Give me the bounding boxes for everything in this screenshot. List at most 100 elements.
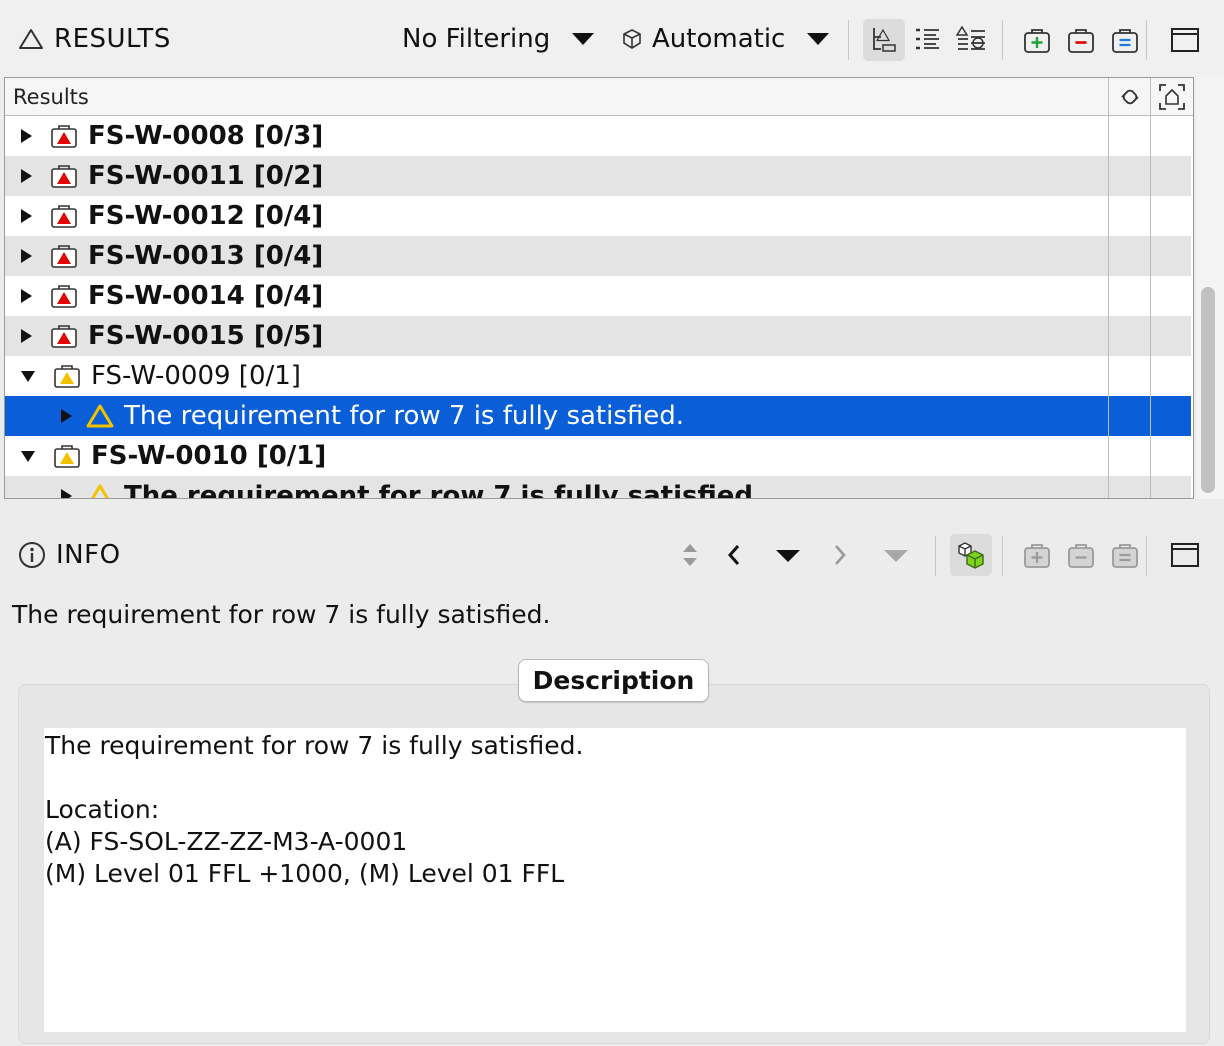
description-tab[interactable]: Description xyxy=(518,659,709,702)
show-in-model-button[interactable] xyxy=(950,534,992,576)
maximize-info-button[interactable] xyxy=(1164,534,1206,576)
error-node-icon xyxy=(51,205,77,228)
column-divider xyxy=(1150,116,1151,498)
chevron-down-icon xyxy=(807,33,830,45)
list-view-button[interactable] xyxy=(906,19,948,61)
error-node-icon xyxy=(51,285,77,308)
add-result-button[interactable] xyxy=(1016,19,1058,61)
tree-view-button[interactable] xyxy=(863,19,905,61)
warning-triangle-icon xyxy=(86,404,114,428)
maximize-window-icon xyxy=(1171,28,1199,52)
sort-arrows-icon xyxy=(683,544,697,566)
results-rows: FS-W-0008 [0/3] FS-W-0011 [0/2] FS-W-0012 … xyxy=(5,116,1191,499)
green-cube-icon xyxy=(958,542,984,569)
tree-group-row[interactable]: FS-W-0015 [0/5] xyxy=(5,316,1191,356)
tree-group-row[interactable]: FS-W-0013 [0/4] xyxy=(5,236,1191,276)
tree-row-label: FS-W-0015 [0/5] xyxy=(88,321,324,351)
chevron-right-icon xyxy=(835,545,846,565)
filter-dropdown[interactable]: No Filtering xyxy=(402,24,595,54)
toolbar-divider xyxy=(1146,20,1147,60)
numbered-list-icon xyxy=(916,28,939,50)
expand-toggle-icon[interactable] xyxy=(21,249,32,263)
tree-group-row[interactable]: FS-W-0012 [0/4] xyxy=(5,196,1191,236)
equal-result-button[interactable] xyxy=(1104,19,1146,61)
tree-group-row[interactable]: FS-W-0010 [0/1] xyxy=(5,436,1191,476)
tree-row-label: FS-W-0014 [0/4] xyxy=(88,281,324,311)
scrollbar-thumb[interactable] xyxy=(1201,287,1215,493)
filter-dropdown-label: No Filtering xyxy=(402,24,551,54)
info-toolbar: INFO xyxy=(0,518,1224,594)
results-toolbar: RESULTS No Filtering Automatic xyxy=(0,0,1224,78)
focus-frame-icon[interactable] xyxy=(1158,83,1186,111)
location-label: Location: xyxy=(45,795,160,824)
info-panel-title: INFO xyxy=(18,540,121,570)
error-node-icon xyxy=(51,325,77,348)
column-divider xyxy=(1108,116,1109,498)
collapse-toggle-icon[interactable] xyxy=(21,450,35,462)
previous-button[interactable] xyxy=(713,534,755,576)
results-scrollbar[interactable] xyxy=(1196,77,1224,499)
tree-row-label: FS-W-0008 [0/3] xyxy=(88,121,324,151)
expand-toggle-icon[interactable] xyxy=(21,209,32,223)
chevron-down-icon xyxy=(776,550,800,562)
maximize-results-button[interactable] xyxy=(1164,19,1206,61)
remove-result-button[interactable] xyxy=(1060,19,1102,61)
sort-button[interactable] xyxy=(669,534,711,576)
next-button[interactable] xyxy=(819,534,861,576)
tree-group-row[interactable]: FS-W-0011 [0/2] xyxy=(5,156,1191,196)
add-bag-icon xyxy=(1024,29,1050,53)
tree-group-row[interactable]: FS-W-0008 [0/3] xyxy=(5,116,1191,156)
info-icon xyxy=(19,542,45,568)
results-tree: Results FS-W-0008 [0/3] FS-W-0011 [0/2] FS… xyxy=(4,77,1194,499)
cube-icon xyxy=(623,29,641,49)
dropdown-button[interactable] xyxy=(767,534,809,576)
toolbar-divider xyxy=(1146,536,1147,576)
add-info-button[interactable] xyxy=(1016,534,1058,576)
results-title-text: RESULTS xyxy=(54,24,171,54)
expand-toggle-icon[interactable] xyxy=(21,289,32,303)
equal-bag-icon xyxy=(1112,544,1138,568)
info-title-text: INFO xyxy=(56,540,121,570)
expand-toggle-icon[interactable] xyxy=(21,129,32,143)
results-panel-title: RESULTS xyxy=(18,24,171,54)
remove-bag-icon xyxy=(1068,544,1094,568)
results-column-label[interactable]: Results xyxy=(13,85,89,109)
mode-dropdown[interactable]: Automatic xyxy=(620,24,830,54)
description-text[interactable]: The requirement for row 7 is fully satis… xyxy=(44,728,1186,1032)
tree-row-label: FS-W-0012 [0/4] xyxy=(88,201,324,231)
remove-bag-icon xyxy=(1068,29,1094,53)
link-icon[interactable] xyxy=(1116,83,1144,111)
equal-bag-icon xyxy=(1112,29,1138,53)
error-node-icon xyxy=(51,125,77,148)
expand-toggle-icon[interactable] xyxy=(61,409,72,423)
tree-row-label: The requirement for row 7 is fully satis… xyxy=(124,401,685,431)
error-node-icon xyxy=(51,245,77,268)
tree-group-row[interactable]: FS-W-0009 [0/1] xyxy=(5,356,1191,396)
warning-node-icon xyxy=(54,445,80,468)
mode-dropdown-label: Automatic xyxy=(652,24,786,54)
grouped-view-button[interactable] xyxy=(950,19,992,61)
equal-info-button[interactable] xyxy=(1104,534,1146,576)
tree-row-label: The requirement for row 7 is fully satis… xyxy=(124,481,763,499)
expand-toggle-icon[interactable] xyxy=(61,489,72,498)
warning-node-icon xyxy=(54,365,80,388)
expand-toggle-icon[interactable] xyxy=(21,329,32,343)
next-dropdown-button[interactable] xyxy=(875,534,917,576)
warning-triangle-icon xyxy=(91,484,109,498)
results-column-header: Results xyxy=(5,78,1193,116)
description-line: The requirement for row 7 is fully satis… xyxy=(45,731,584,760)
tree-group-row[interactable]: FS-W-0014 [0/4] xyxy=(5,276,1191,316)
tree-row-label: FS-W-0010 [0/1] xyxy=(91,441,327,471)
maximize-window-icon xyxy=(1171,543,1199,567)
column-divider xyxy=(1108,78,1109,116)
expand-toggle-icon[interactable] xyxy=(21,169,32,183)
toolbar-divider xyxy=(1002,20,1003,60)
tree-item-row[interactable]: The requirement for row 7 is fully satis… xyxy=(5,476,1191,499)
column-divider xyxy=(1150,78,1151,116)
chevron-down-icon xyxy=(884,550,908,562)
tree-item-row[interactable]: The requirement for row 7 is fully satis… xyxy=(5,396,1191,436)
remove-info-button[interactable] xyxy=(1060,534,1102,576)
collapse-toggle-icon[interactable] xyxy=(21,370,35,382)
error-node-icon xyxy=(51,165,77,188)
